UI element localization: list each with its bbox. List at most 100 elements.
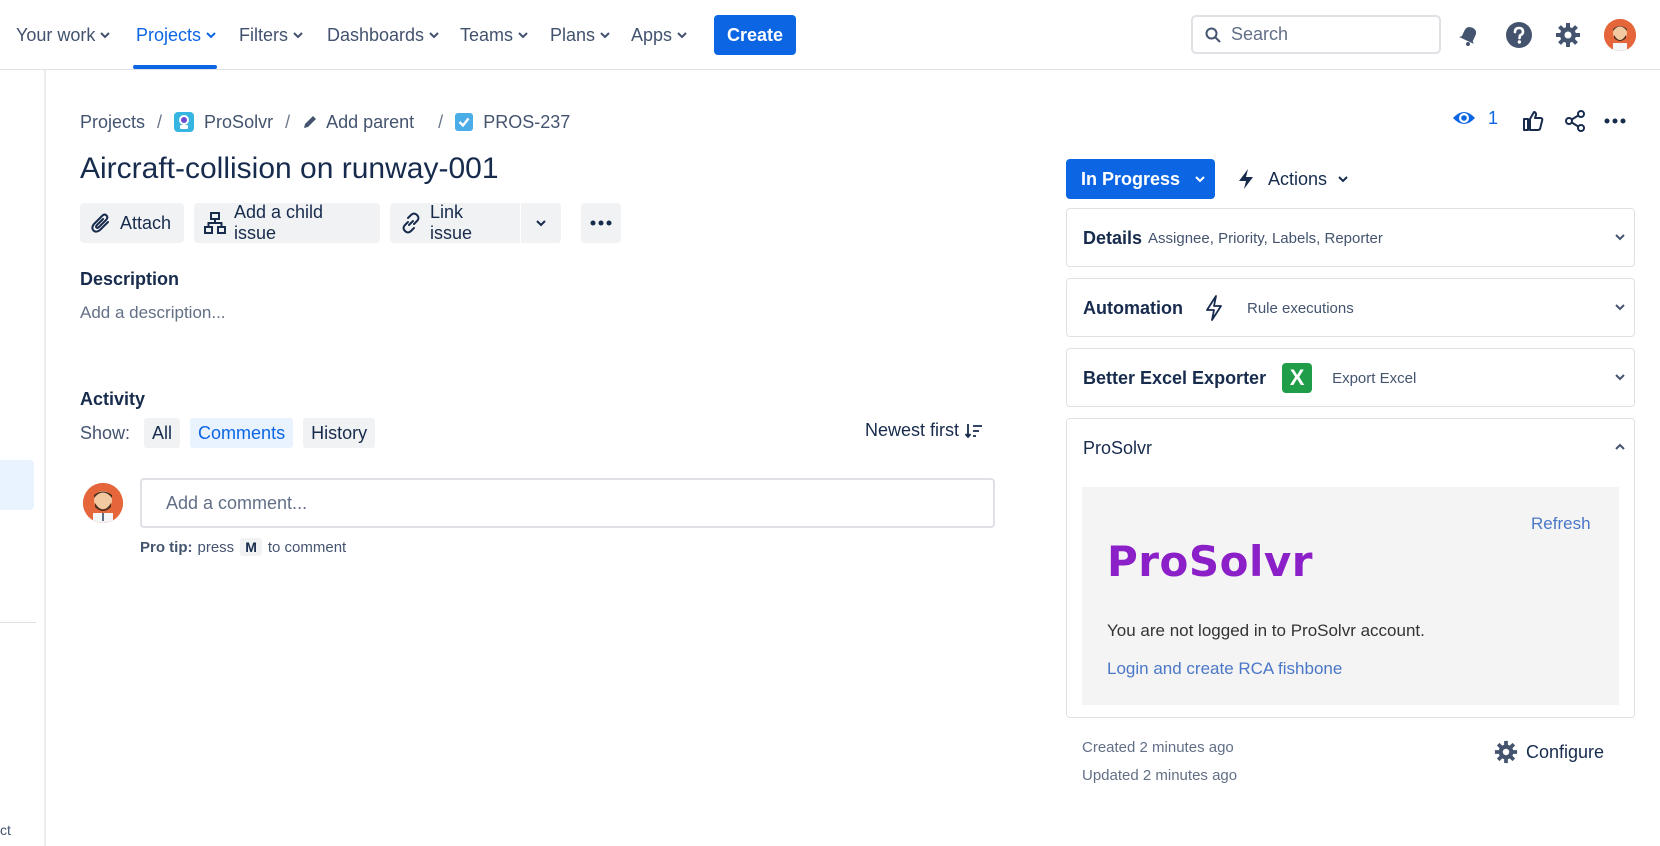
- prosolvr-panel-header[interactable]: ProSolvr: [1083, 419, 1618, 477]
- share-icon[interactable]: [1561, 107, 1589, 135]
- attach-button[interactable]: Attach: [80, 203, 184, 243]
- search-box[interactable]: [1191, 15, 1441, 54]
- sort-icon: [965, 423, 983, 438]
- more-actions-button[interactable]: [581, 203, 621, 243]
- chevron-down-icon: [293, 32, 303, 39]
- chevron-down-icon: [600, 32, 610, 39]
- breadcrumb-separator: /: [157, 111, 163, 132]
- prosolvr-panel: ProSolvr Refresh ProSolvr You are not lo…: [1066, 418, 1635, 718]
- sidebar-selected-item[interactable]: [0, 460, 34, 510]
- create-button[interactable]: Create: [714, 15, 796, 55]
- pro-tip-text: to comment: [267, 538, 347, 556]
- attach-label: Attach: [120, 212, 172, 233]
- keyboard-shortcut-key: M: [240, 538, 262, 556]
- link-issue-button[interactable]: Link issue: [390, 202, 520, 243]
- breadcrumb: Projects / ProSolvr / Add parent / PROS-…: [80, 108, 570, 136]
- description-editor[interactable]: Add a description...: [80, 303, 226, 323]
- activity-filter-row: Show: All Comments History: [80, 418, 376, 448]
- thumbs-up-icon[interactable]: [1519, 107, 1547, 135]
- pro-tip-label: Pro tip:: [140, 538, 193, 556]
- chevron-down-icon[interactable]: [1614, 231, 1626, 243]
- issue-title[interactable]: Aircraft-collision on runway-001: [80, 152, 499, 186]
- sort-order-label: Newest first: [865, 420, 960, 440]
- comment-box[interactable]: [140, 478, 995, 528]
- chevron-down-icon[interactable]: [1614, 371, 1626, 383]
- details-subtitle: Assignee, Priority, Labels, Reporter: [1148, 229, 1383, 247]
- details-title: Details: [1083, 227, 1143, 248]
- configure-label: Configure: [1526, 741, 1605, 762]
- details-panel[interactable]: Details Assignee, Priority, Labels, Repo…: [1066, 208, 1635, 267]
- pencil-icon: [304, 116, 317, 128]
- excel-exporter-panel[interactable]: Better Excel Exporter X Export Excel: [1066, 348, 1635, 407]
- sort-order-button[interactable]: Newest first: [865, 420, 983, 441]
- status-button[interactable]: In Progress: [1066, 159, 1215, 199]
- watch-button[interactable]: 1: [1452, 106, 1498, 130]
- chevron-down-icon[interactable]: [1614, 301, 1626, 313]
- chevron-up-icon[interactable]: [1614, 441, 1626, 453]
- link-icon: [402, 212, 420, 234]
- description-heading: Description: [80, 269, 180, 289]
- top-navigation: Your work Projects Filters Dashboards Te…: [0, 0, 1660, 70]
- nav-projects[interactable]: Projects: [136, 0, 216, 70]
- prosolvr-content: Refresh ProSolvr You are not logged in t…: [1082, 487, 1619, 705]
- nav-teams-label: Teams: [460, 24, 514, 45]
- automation-panel[interactable]: Automation Rule executions: [1066, 278, 1635, 337]
- lightning-icon: [1239, 169, 1253, 189]
- login-link[interactable]: Login and create RCA fishbone: [1107, 659, 1342, 679]
- nav-plans[interactable]: Plans: [550, 0, 610, 70]
- pro-tip-press: press: [197, 538, 235, 556]
- help-icon[interactable]: [1504, 20, 1534, 50]
- user-avatar[interactable]: [1604, 19, 1636, 51]
- lightning-icon: [1206, 295, 1222, 321]
- automation-subtitle: Rule executions: [1246, 299, 1354, 317]
- gear-icon[interactable]: [1553, 20, 1583, 50]
- nav-teams[interactable]: Teams: [460, 0, 528, 70]
- automation-panel-header[interactable]: Automation Rule executions: [1083, 279, 1618, 337]
- chevron-down-icon: [206, 32, 216, 39]
- add-parent-link[interactable]: Add parent: [326, 112, 414, 133]
- add-child-issue-label: Add a child issue: [233, 202, 324, 243]
- filter-all[interactable]: All: [144, 418, 181, 448]
- nav-apps[interactable]: Apps: [631, 0, 687, 70]
- link-issue-dropdown-button[interactable]: [521, 203, 561, 243]
- breadcrumb-projects[interactable]: Projects: [80, 112, 145, 133]
- refresh-link[interactable]: Refresh: [1531, 514, 1591, 534]
- updated-timestamp: Updated 2 minutes ago: [1082, 767, 1238, 784]
- comment-input[interactable]: [166, 492, 966, 514]
- chevron-down-icon: [1338, 176, 1348, 183]
- add-child-issue-button[interactable]: Add a child issue: [194, 202, 380, 243]
- nav-apps-label: Apps: [631, 24, 673, 45]
- more-options-icon[interactable]: [1601, 107, 1629, 135]
- prosolvr-title: ProSolvr: [1083, 437, 1153, 458]
- excel-exporter-title: Better Excel Exporter: [1083, 367, 1267, 388]
- excel-exporter-subtitle: Export Excel: [1332, 369, 1417, 387]
- excel-exporter-panel-header[interactable]: Better Excel Exporter X Export Excel: [1083, 349, 1618, 407]
- details-panel-header[interactable]: Details Assignee, Priority, Labels, Repo…: [1083, 209, 1618, 267]
- chevron-down-icon: [677, 32, 687, 39]
- automation-title: Automation: [1083, 297, 1183, 318]
- issue-key[interactable]: PROS-237: [483, 112, 570, 133]
- configure-button[interactable]: Configure: [1494, 740, 1604, 764]
- nav-your-work-label: Your work: [16, 24, 96, 45]
- filter-comments[interactable]: Comments: [190, 418, 294, 448]
- more-icon: [590, 220, 612, 226]
- activity-heading: Activity: [80, 389, 146, 409]
- search-input[interactable]: [1231, 24, 1421, 45]
- actions-button[interactable]: Actions: [1236, 159, 1349, 199]
- notifications-icon[interactable]: [1454, 20, 1484, 50]
- nav-your-work[interactable]: Your work: [16, 0, 111, 70]
- breadcrumb-project[interactable]: ProSolvr: [204, 112, 273, 133]
- project-avatar-icon: [174, 112, 195, 132]
- nav-dashboards-label: Dashboards: [327, 24, 425, 45]
- nav-plans-label: Plans: [550, 24, 596, 45]
- filter-history[interactable]: History: [303, 418, 376, 448]
- nav-filters[interactable]: Filters: [239, 0, 303, 70]
- chevron-down-icon: [100, 32, 111, 39]
- paperclip-icon: [91, 213, 109, 233]
- chevron-down-icon: [518, 32, 528, 39]
- status-label: In Progress: [1081, 168, 1181, 189]
- excel-icon: X: [1282, 363, 1313, 393]
- nav-dashboards[interactable]: Dashboards: [327, 0, 439, 70]
- login-status-message: You are not logged in to ProSolvr accoun…: [1107, 621, 1425, 640]
- chevron-down-icon: [429, 32, 439, 39]
